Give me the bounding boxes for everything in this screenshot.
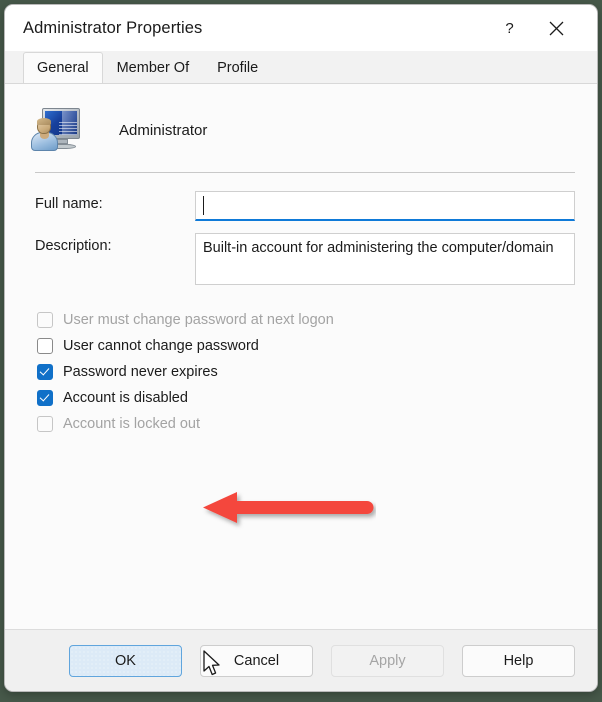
apply-button: Apply [331,644,444,677]
help-text-button[interactable]: Help [462,644,575,677]
full-name-label: Full name: [35,196,103,212]
title-bar: Administrator Properties ? [5,5,597,51]
ok-button[interactable]: OK [69,644,182,677]
question-mark-icon: ? [505,20,513,37]
option-account-is-locked-out[interactable]: Account is locked out [37,411,597,437]
option-user-cannot-change-password[interactable]: User cannot change password [37,333,597,359]
cancel-button[interactable]: Cancel [200,644,313,677]
option-account-is-disabled[interactable]: Account is disabled [37,385,597,411]
red-arrow-annotation-icon [203,492,374,523]
account-header: Administrator [5,84,597,154]
tab-member-of-label: Member Of [116,60,190,76]
option-label: Password never expires [63,364,218,380]
description-label: Description: [35,238,112,254]
apply-button-label: Apply [369,652,406,669]
option-label: Account is disabled [63,390,188,406]
account-options-list: User must change password at next logon … [5,297,597,437]
option-label: Account is locked out [63,416,201,432]
cancel-button-label: Cancel [233,652,280,669]
tab-general[interactable]: General [23,52,103,83]
option-password-never-expires[interactable]: Password never expires [37,359,597,385]
description-row: Description: Built-in account for admini… [5,233,597,285]
tab-general-label: General [37,60,89,76]
svg-text:?: ? [505,20,513,37]
administrator-properties-dialog: Administrator Properties ? General Membe… [4,4,598,692]
checkbox-password-never-expires[interactable] [37,364,53,380]
option-user-must-change-password[interactable]: User must change password at next logon [37,307,597,333]
user-account-icon [29,106,81,154]
checkbox-user-cannot-change-password[interactable] [37,338,53,354]
help-button[interactable]: ? [486,5,532,51]
option-label: User must change password at next logon [63,312,334,328]
close-x-icon [549,21,563,35]
tab-profile-label: Profile [217,60,259,76]
option-label: User cannot change password [63,338,259,354]
full-name-row: Full name: [5,191,597,221]
close-button[interactable] [533,5,579,51]
tab-profile[interactable]: Profile [203,52,272,83]
help-button-label: Help [503,652,534,669]
tab-member-of[interactable]: Member Of [103,52,204,83]
general-tab-panel: Administrator Full name: Description: Bu… [5,83,597,629]
text-caret [203,196,204,215]
field-list: Full name: Description: Built-in account… [5,173,597,285]
checkbox-account-is-locked-out [37,416,53,432]
checkbox-account-is-disabled[interactable] [37,390,53,406]
ok-button-label: OK [115,652,136,669]
description-input[interactable]: Built-in account for administering the c… [195,233,575,285]
full-name-input[interactable] [195,191,575,221]
window-title: Administrator Properties [23,18,203,37]
dialog-button-bar: OK Cancel Apply Help [5,629,597,691]
checkbox-user-must-change-password [37,312,53,328]
tab-strip: General Member Of Profile [5,51,597,83]
account-name: Administrator [119,121,208,139]
